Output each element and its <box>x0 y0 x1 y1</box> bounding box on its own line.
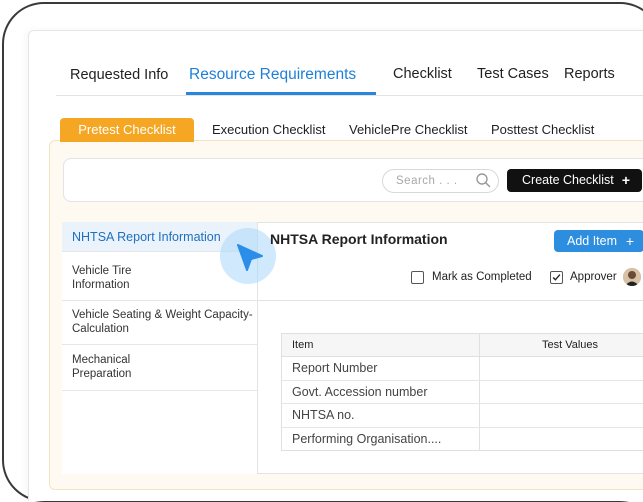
subtab-posttest-checklist[interactable]: Posttest Checklist <box>491 118 594 142</box>
tab-checklist[interactable]: Checklist <box>393 66 452 82</box>
sidebar-item-vehicle-tire[interactable]: Vehicle Tire Information <box>62 259 182 299</box>
detail-title: NHTSA Report Information <box>270 231 448 247</box>
approver-checkbox[interactable] <box>550 271 563 284</box>
tab-reports[interactable]: Reports <box>564 66 615 82</box>
active-tab-indicator <box>186 92 376 95</box>
subtab-pretest-checklist[interactable]: Pretest Checklist <box>60 118 194 142</box>
table-row[interactable]: Performing Organisation.... <box>282 427 643 450</box>
column-header-item: Item <box>292 339 314 351</box>
table-cell-item: Performing Organisation.... <box>292 431 442 446</box>
create-checklist-button[interactable]: Create Checklist + <box>507 169 642 192</box>
mark-completed-label: Mark as Completed <box>432 271 532 283</box>
sidebar-item-vehicle-seating[interactable]: Vehicle Seating & Weight Capacity-Calcul… <box>62 300 257 345</box>
subtab-vehiclepre-checklist[interactable]: VehiclePre Checklist <box>349 118 468 142</box>
table-cell-item: Report Number <box>292 361 378 375</box>
sidebar-item-mechanical-prep[interactable]: Mechanical Preparation <box>62 346 257 391</box>
pointer-cursor-icon <box>237 244 263 271</box>
plus-icon: + <box>625 233 634 249</box>
add-item-label: Add Item <box>567 234 618 248</box>
column-divider <box>479 380 480 403</box>
tab-resource-requirements[interactable]: Resource Requirements <box>189 66 356 84</box>
mark-completed-checkbox[interactable] <box>411 271 424 284</box>
column-divider <box>479 404 480 427</box>
table-cell-item: Govt. Accession number <box>292 384 428 399</box>
test-values-table: Item Test Values Report Number Govt. Acc… <box>281 333 643 451</box>
column-divider <box>479 427 480 450</box>
create-checklist-label: Create Checklist <box>522 173 614 187</box>
column-header-test-values: Test Values <box>542 339 599 351</box>
avatar[interactable] <box>623 268 641 286</box>
table-cell-item: NHTSA no. <box>292 408 355 422</box>
table-header-row: Item Test Values <box>282 334 643 357</box>
subtab-execution-checklist[interactable]: Execution Checklist <box>212 118 325 142</box>
detail-divider <box>258 300 643 301</box>
column-divider <box>479 357 480 380</box>
table-row[interactable]: Govt. Accession number <box>282 380 643 404</box>
tab-requested-info[interactable]: Requested Info <box>70 67 168 83</box>
tabs-divider <box>56 95 643 96</box>
search-icon[interactable] <box>475 172 492 189</box>
add-item-button[interactable]: Add Item + <box>554 230 643 252</box>
column-divider <box>479 334 480 356</box>
check-icon <box>552 274 561 281</box>
table-row[interactable]: NHTSA no. <box>282 404 643 428</box>
approver-label: Approver <box>570 271 617 283</box>
plus-icon: + <box>621 172 630 188</box>
table-row[interactable]: Report Number <box>282 357 643 381</box>
tab-test-cases[interactable]: Test Cases <box>477 66 549 82</box>
